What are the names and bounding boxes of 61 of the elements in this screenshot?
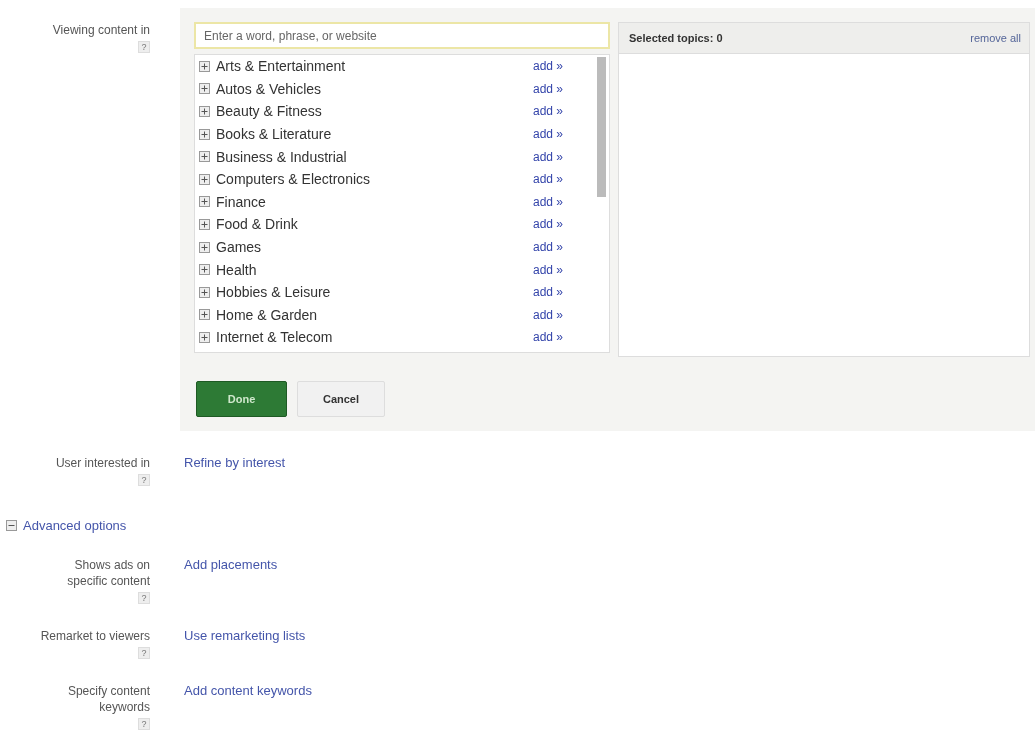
help-icon[interactable]: ? [138, 718, 150, 730]
option-link[interactable]: Add content keywords [184, 683, 312, 699]
expand-icon[interactable] [199, 106, 210, 117]
search-field[interactable]: Enter a word, phrase, or website [194, 22, 610, 49]
expand-icon[interactable] [199, 218, 210, 230]
category-name[interactable]: Hobbies & Leisure [216, 284, 533, 301]
add-link[interactable]: add » [533, 307, 593, 322]
expand-icon[interactable] [199, 128, 210, 140]
add-link[interactable]: add » [533, 240, 593, 255]
add-link[interactable]: add » [533, 262, 593, 277]
add-link[interactable]: add » [533, 59, 593, 74]
expand-icon[interactable] [199, 173, 210, 185]
expand-icon[interactable] [199, 60, 210, 72]
add-link[interactable]: add » [533, 104, 593, 119]
field-label: User interested in [55, 455, 150, 471]
field-label: Remarket to viewers [40, 628, 150, 644]
category-name[interactable]: Finance [216, 193, 533, 210]
collapse-icon[interactable] [6, 520, 17, 531]
add-link[interactable]: add » [533, 81, 593, 96]
expand-icon[interactable] [199, 264, 210, 276]
category-name[interactable]: Internet & Telecom [216, 329, 533, 346]
add-link[interactable]: add » [533, 194, 593, 209]
category-name[interactable]: Health [216, 261, 533, 278]
add-link[interactable]: add » [533, 330, 593, 345]
expand-icon[interactable] [199, 151, 210, 163]
advanced-options-link[interactable]: Advanced options [23, 518, 127, 533]
cancel-button[interactable]: Cancel [297, 381, 385, 417]
help-icon[interactable]: ? [138, 592, 150, 604]
category-name[interactable]: Food & Drink [216, 216, 533, 233]
field-label: Shows ads on specific content [66, 557, 150, 589]
help-icon[interactable]: ? [138, 647, 150, 659]
option-link[interactable]: Use remarketing lists [184, 628, 306, 644]
help-icon[interactable]: ? [138, 474, 150, 486]
done-button[interactable]: Done [196, 381, 287, 417]
field-label: Viewing content in [52, 22, 150, 38]
remove-all-link[interactable]: remove all [970, 32, 1021, 44]
category-name[interactable]: Autos & Vehicles [216, 80, 533, 97]
add-link[interactable]: add » [533, 217, 593, 232]
expand-icon[interactable] [199, 309, 210, 321]
scrollbar-thumb[interactable] [597, 57, 606, 197]
add-link[interactable]: add » [533, 149, 593, 164]
add-link[interactable]: add » [533, 285, 593, 300]
expand-icon[interactable] [199, 331, 210, 343]
add-link[interactable]: add » [533, 172, 593, 187]
field-label: Specify content keywords [66, 683, 150, 715]
expand-icon[interactable] [199, 241, 210, 253]
help-icon[interactable]: ? [138, 41, 150, 53]
category-name[interactable]: Computers & Electronics [216, 171, 533, 188]
expand-icon[interactable] [199, 83, 210, 95]
category-name[interactable]: Games [216, 239, 533, 256]
selected-topics-count: Selected topics: 0 [629, 32, 723, 44]
option-link[interactable]: Refine by interest [184, 455, 286, 471]
category-name[interactable]: Business & Industrial [216, 148, 533, 165]
category-name[interactable]: Arts & Entertainment [216, 58, 533, 75]
category-name[interactable]: Books & Literature [216, 126, 533, 143]
expand-icon[interactable] [199, 196, 210, 208]
expand-icon[interactable] [199, 286, 210, 298]
add-link[interactable]: add » [533, 127, 593, 142]
category-name[interactable]: Home & Garden [216, 306, 533, 323]
category-name[interactable]: Beauty & Fitness [216, 103, 533, 120]
option-link[interactable]: Add placements [184, 557, 278, 573]
